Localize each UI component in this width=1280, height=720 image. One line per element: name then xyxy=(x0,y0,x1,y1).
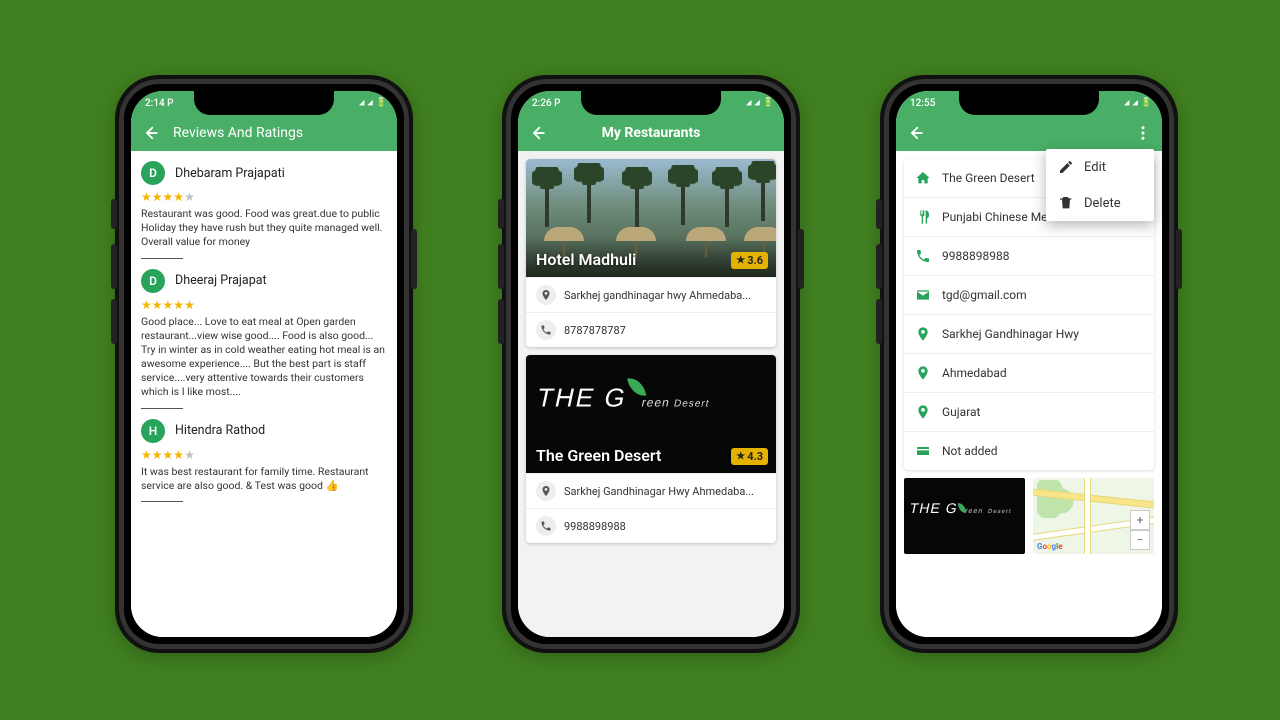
restaurant-card[interactable]: THE Green Desert The Green Desert ★4.3 S… xyxy=(526,355,776,543)
phone-reviews: 2:14 P ◢◢🔋 Reviews And Ratings D Dhebara… xyxy=(115,75,413,653)
reviewer-name: Dheeraj Prajapat xyxy=(175,273,267,288)
review-item: H Hitendra Rathod ★★★★★ It was best rest… xyxy=(141,419,387,502)
restaurant-image: Hotel Madhuli ★3.6 xyxy=(526,159,776,277)
pin-icon xyxy=(914,364,932,382)
app-bar xyxy=(896,115,1162,151)
rating-stars: ★★★★★ xyxy=(141,191,387,203)
home-icon xyxy=(914,169,932,187)
rating-stars: ★★★★★ xyxy=(141,449,387,461)
phone-row: 8787878787 xyxy=(526,312,776,347)
app-bar: My Restaurants xyxy=(518,115,784,151)
status-time: 2:14 P xyxy=(145,98,174,109)
phone-icon xyxy=(536,516,556,536)
zoom-out-button[interactable]: − xyxy=(1130,530,1150,550)
detail-road-row: Sarkhej Gandhinagar Hwy xyxy=(904,314,1154,353)
restaurant-image: THE Green Desert The Green Desert ★4.3 xyxy=(526,355,776,473)
avatar: D xyxy=(141,269,165,293)
detail-city: Ahmedabad xyxy=(942,366,1007,380)
back-icon[interactable] xyxy=(141,124,159,142)
photo-thumbnail[interactable]: THE Green Desert xyxy=(904,478,1025,554)
pin-icon xyxy=(536,285,556,305)
status-time: 2:26 P xyxy=(532,98,561,109)
pin-icon xyxy=(536,481,556,501)
menu-delete-label: Delete xyxy=(1084,196,1121,211)
detail-road: Sarkhej Gandhinagar Hwy xyxy=(942,327,1079,341)
detail-phone: 9988898988 xyxy=(942,249,1009,263)
detail-name: The Green Desert xyxy=(942,171,1035,185)
reviews-content: D Dhebaram Prajapati ★★★★★ Restaurant wa… xyxy=(131,151,397,637)
card-icon xyxy=(914,442,932,460)
phone-notch xyxy=(194,91,334,115)
status-icons: ◢◢🔋 xyxy=(746,98,774,108)
review-text: It was best restaurant for family time. … xyxy=(141,465,387,493)
divider xyxy=(141,501,183,502)
mail-icon xyxy=(914,286,932,304)
menu-edit-label: Edit xyxy=(1084,160,1106,175)
google-attribution: Google xyxy=(1037,542,1063,551)
tgd-logo-image: THE Green Desert xyxy=(534,377,768,414)
review-text: Good place... Love to eat meal at Open g… xyxy=(141,315,387,400)
rating-badge: ★3.6 xyxy=(731,252,768,269)
trash-icon xyxy=(1058,195,1074,211)
restaurant-phone: 9988898988 xyxy=(564,520,626,533)
phone-restaurants: 2:26 P ◢◢🔋 My Restaurants xyxy=(502,75,800,653)
detail-state: Gujarat xyxy=(942,405,980,419)
rating-stars: ★★★★★ xyxy=(141,299,387,311)
avatar: D xyxy=(141,161,165,185)
review-item: D Dheeraj Prajapat ★★★★★ Good place... L… xyxy=(141,269,387,409)
status-time: 12:55 xyxy=(910,98,935,109)
star-icon: ★ xyxy=(736,255,745,266)
map-thumbnail[interactable]: Ada Google + − xyxy=(1033,478,1154,554)
phone-details: 12:55 ◢◢🔋 Edit xyxy=(880,75,1178,653)
star-icon: ★ xyxy=(736,451,745,462)
restaurant-address: Sarkhej gandhinagar hwy Ahmedaba... xyxy=(564,289,751,302)
restaurant-card[interactable]: Hotel Madhuli ★3.6 Sarkhej gandhinagar h… xyxy=(526,159,776,347)
app-bar: Reviews And Ratings xyxy=(131,115,397,151)
phone-notch xyxy=(581,91,721,115)
zoom-in-button[interactable]: + xyxy=(1130,510,1150,530)
detail-email: tgd@gmail.com xyxy=(942,288,1027,302)
phone-icon xyxy=(536,320,556,340)
menu-edit[interactable]: Edit xyxy=(1046,149,1154,185)
phone-row: 9988898988 xyxy=(526,508,776,543)
detail-city-row: Ahmedabad xyxy=(904,353,1154,392)
appbar-title: Reviews And Ratings xyxy=(173,125,303,141)
review-item: D Dhebaram Prajapati ★★★★★ Restaurant wa… xyxy=(141,161,387,259)
pencil-icon xyxy=(1058,159,1074,175)
status-icons: ◢◢🔋 xyxy=(1124,98,1152,108)
phone-notch xyxy=(959,91,1099,115)
rating-badge: ★4.3 xyxy=(731,448,768,465)
reviewer-name: Dhebaram Prajapati xyxy=(175,166,285,181)
restaurant-name: The Green Desert xyxy=(536,446,661,465)
overflow-icon[interactable] xyxy=(1134,124,1152,142)
restaurant-phone: 8787878787 xyxy=(564,324,626,337)
detail-phone-row: 9988898988 xyxy=(904,236,1154,275)
overflow-menu: Edit Delete xyxy=(1046,149,1154,221)
avatar: H xyxy=(141,419,165,443)
divider xyxy=(141,408,183,409)
reviewer-name: Hitendra Rathod xyxy=(175,423,265,438)
divider xyxy=(141,258,183,259)
details-content: The Green Desert Punjabi Chinese Mexican… xyxy=(896,151,1162,637)
status-icons: ◢◢🔋 xyxy=(359,98,387,108)
phone-icon xyxy=(914,247,932,265)
appbar-title: My Restaurants xyxy=(518,125,784,141)
detail-card-row: Not added xyxy=(904,431,1154,470)
address-row: Sarkhej gandhinagar hwy Ahmedaba... xyxy=(526,277,776,312)
cutlery-icon xyxy=(914,208,932,226)
thumbnails: THE Green Desert Ada Google + xyxy=(904,478,1154,554)
pin-icon xyxy=(914,403,932,421)
back-icon[interactable] xyxy=(906,124,924,142)
address-row: Sarkhej Gandhinagar Hwy Ahmedaba... xyxy=(526,473,776,508)
restaurants-content: Hotel Madhuli ★3.6 Sarkhej gandhinagar h… xyxy=(518,151,784,637)
detail-state-row: Gujarat xyxy=(904,392,1154,431)
menu-delete[interactable]: Delete xyxy=(1046,185,1154,221)
detail-card: Not added xyxy=(942,444,998,458)
detail-email-row: tgd@gmail.com xyxy=(904,275,1154,314)
pin-icon xyxy=(914,325,932,343)
restaurant-name: Hotel Madhuli xyxy=(536,250,636,269)
restaurant-address: Sarkhej Gandhinagar Hwy Ahmedaba... xyxy=(564,485,754,498)
review-text: Restaurant was good. Food was great.due … xyxy=(141,207,387,250)
